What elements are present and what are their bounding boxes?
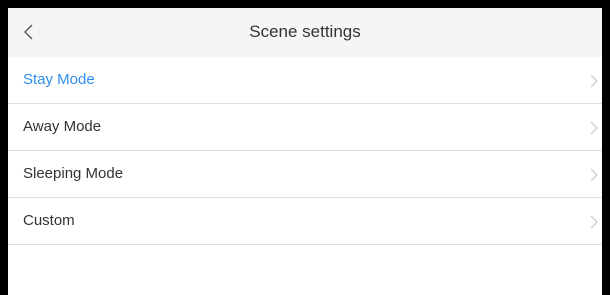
scene-item-stay-mode[interactable]: Stay Mode (8, 57, 602, 104)
chevron-right-icon (590, 74, 598, 88)
scene-item-sleeping-mode[interactable]: Sleeping Mode (8, 151, 602, 198)
scene-item-custom[interactable]: Custom (8, 198, 602, 245)
chevron-right-icon (590, 215, 598, 229)
scene-item-label: Custom (23, 212, 75, 229)
scene-item-label: Away Mode (23, 118, 102, 135)
app-frame: Scene settings Stay Mode Away Mode Sleep… (8, 8, 602, 295)
page-title: Scene settings (249, 22, 361, 41)
scene-list: Stay Mode Away Mode Sleeping Mode Custom (8, 57, 602, 245)
scene-item-away-mode[interactable]: Away Mode (8, 104, 602, 151)
header-bar: Scene settings (8, 8, 602, 57)
chevron-right-icon (590, 121, 598, 135)
scene-item-label: Sleeping Mode (23, 165, 124, 182)
chevron-right-icon (590, 168, 598, 182)
scene-item-label: Stay Mode (23, 71, 95, 88)
